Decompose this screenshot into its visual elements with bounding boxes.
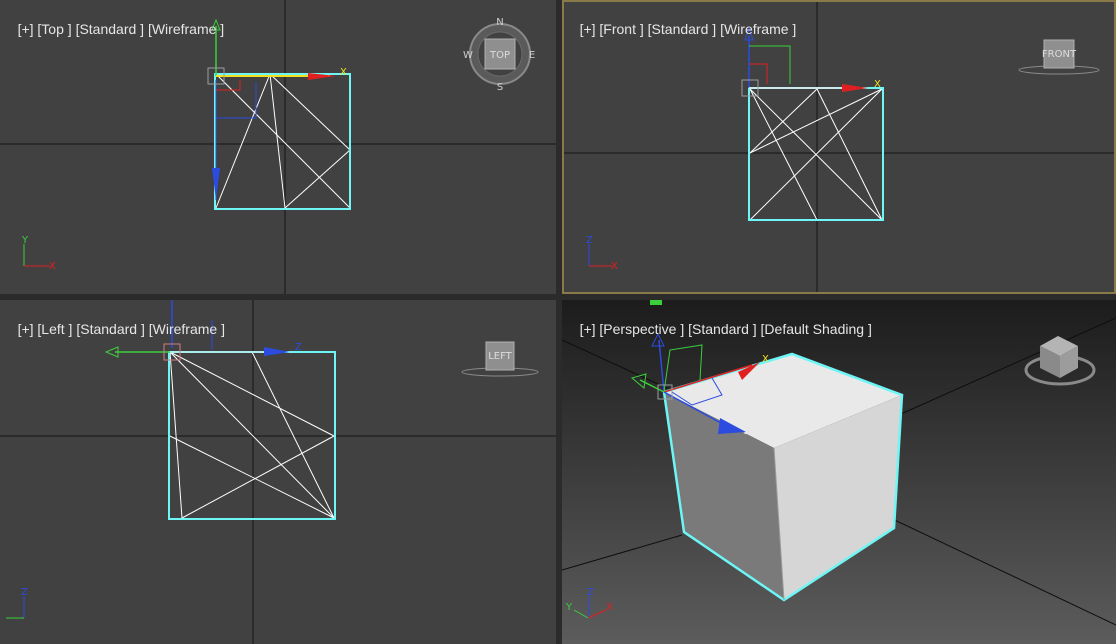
svg-text:Y: Y	[21, 235, 29, 246]
viewport-label-left: [+] [Left ] [Standard ] [Wireframe ]	[2, 305, 225, 353]
visual-style-button[interactable]: [Standard ]	[648, 21, 717, 37]
svg-text:Z: Z	[21, 587, 28, 598]
svg-text:X: X	[611, 261, 618, 272]
svg-text:N: N	[496, 17, 503, 28]
viewport-menu-button[interactable]: [+]	[580, 21, 596, 37]
svg-text:X: X	[762, 354, 769, 365]
visual-style-button[interactable]: [Standard ]	[688, 321, 757, 337]
svg-text:E: E	[529, 50, 535, 61]
axis-tripod: Y X	[21, 235, 56, 272]
view-name-button[interactable]: [Left ]	[37, 321, 72, 337]
svg-text:S: S	[497, 82, 503, 93]
viewport-left[interactable]: Z Z LEFT [+] [Left ] [Standard ] [Wirefr…	[0, 300, 556, 644]
svg-text:TOP: TOP	[489, 50, 510, 61]
view-name-button[interactable]: [Perspective ]	[599, 321, 684, 337]
axis-tripod: Z	[6, 587, 28, 619]
visual-style-button[interactable]: [Standard ]	[76, 321, 145, 337]
axis-tripod: Z X	[586, 235, 618, 272]
svg-text:Z: Z	[295, 342, 302, 353]
viewport-label-front: [+] [Front ] [Standard ] [Wireframe ]	[564, 5, 797, 53]
viewport-label-top: [+] [Top ] [Standard ] [Wireframe ]	[2, 5, 225, 53]
view-name-button[interactable]: [Front ]	[599, 21, 643, 37]
svg-text:Z: Z	[744, 426, 751, 437]
visual-style-button[interactable]: [Standard ]	[76, 21, 145, 37]
viewport-menu-button[interactable]: [+]	[580, 321, 596, 337]
svg-text:W: W	[463, 50, 473, 61]
viewport-label-perspective: [+] [Perspective ] [Standard ] [Default …	[564, 305, 872, 353]
box-wireframe	[169, 351, 335, 519]
svg-text:Z: Z	[587, 587, 594, 598]
viewcube: FRONT	[1018, 39, 1100, 75]
viewport-perspective[interactable]: X Z Z X Y [+] [Perspective ] [Standard ]…	[562, 300, 1116, 644]
viewport-top[interactable]: X Y X TOP N S E W [+] [Top ] [Standard ]…	[0, 0, 556, 294]
svg-text:LEFT: LEFT	[488, 351, 512, 362]
svg-text:X: X	[49, 261, 56, 272]
svg-text:X: X	[874, 79, 881, 90]
box-wireframe	[215, 73, 351, 209]
viewport-menu-button[interactable]: [+]	[18, 21, 34, 37]
viewport-front[interactable]: X Z X FRONT [+] [Front ] [Standard ] [Wi…	[562, 0, 1116, 294]
view-name-button[interactable]: [Top ]	[37, 21, 71, 37]
move-gizmo: X	[207, 18, 347, 200]
shading-mode-button[interactable]: [Wireframe ]	[148, 21, 224, 37]
gizmo-x-label: X	[340, 67, 347, 78]
svg-text:FRONT: FRONT	[1042, 49, 1077, 60]
shading-mode-button[interactable]: [Wireframe ]	[149, 321, 225, 337]
shading-mode-button[interactable]: [Wireframe ]	[720, 21, 796, 37]
viewport-menu-button[interactable]: [+]	[18, 321, 34, 337]
svg-text:X: X	[606, 602, 613, 613]
svg-text:Z: Z	[586, 235, 593, 246]
svg-text:Y: Y	[565, 602, 573, 613]
box-wireframe	[749, 88, 883, 221]
viewcube-compass: TOP N S E W	[463, 17, 535, 93]
viewcube: LEFT	[461, 341, 539, 377]
shading-mode-button[interactable]: [Default Shading ]	[761, 321, 872, 337]
